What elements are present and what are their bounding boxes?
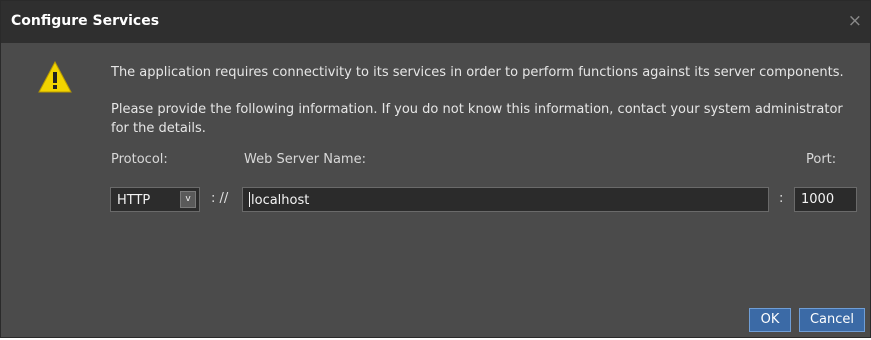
dialog-title: Configure Services <box>11 13 160 29</box>
protocol-select[interactable]: HTTP v <box>110 187 200 212</box>
close-icon[interactable]: × <box>848 13 862 30</box>
instructions-message: Please provide the following information… <box>111 102 843 136</box>
port-separator: : <box>779 191 784 206</box>
port-input[interactable]: 1000 <box>794 187 857 212</box>
protocol-selected-value: HTTP <box>117 193 151 208</box>
ok-button[interactable]: OK <box>749 308 791 332</box>
chevron-down-icon[interactable]: v <box>180 191 196 208</box>
scheme-separator: : // <box>211 191 229 206</box>
protocol-label: Protocol: <box>111 152 168 167</box>
title-bar: Configure Services × <box>1 1 870 43</box>
cancel-button[interactable]: Cancel <box>799 308 865 332</box>
configure-services-dialog: Configure Services × The application req… <box>0 0 871 338</box>
warning-icon <box>38 61 72 93</box>
port-value: 1000 <box>801 192 835 207</box>
connectivity-message: The application requires connectivity to… <box>111 65 844 80</box>
web-server-name-label: Web Server Name: <box>244 152 366 167</box>
web-server-name-input[interactable]: localhost <box>242 187 769 212</box>
text-caret <box>249 192 250 207</box>
port-label: Port: <box>806 152 837 167</box>
web-server-name-value: localhost <box>251 193 310 208</box>
